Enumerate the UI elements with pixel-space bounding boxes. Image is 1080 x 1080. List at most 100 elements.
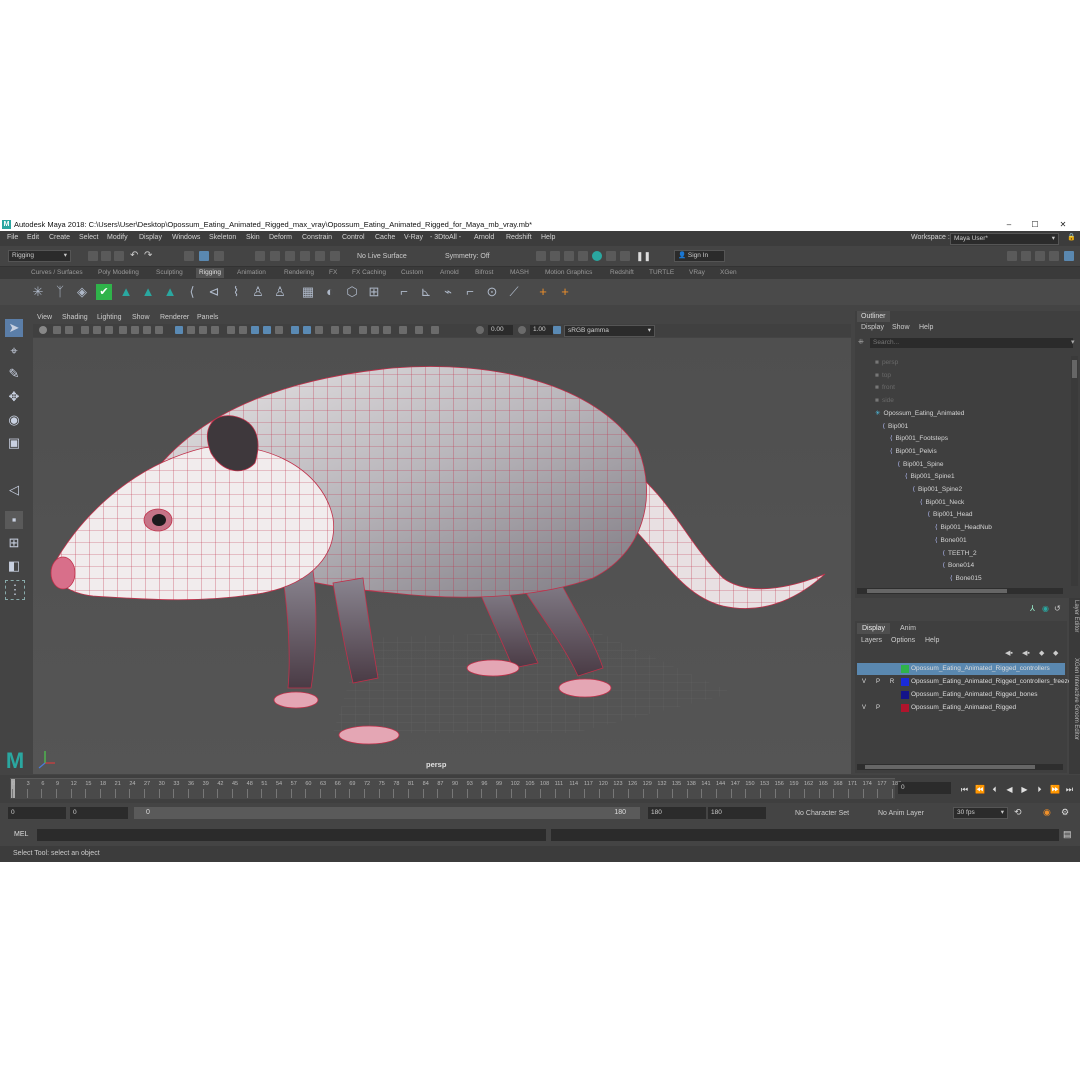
wrap-deformer-icon[interactable]: ▲ bbox=[118, 284, 134, 300]
select-camera-icon[interactable] bbox=[39, 326, 47, 334]
gamma-field[interactable]: 1.00 bbox=[530, 325, 553, 335]
outliner-layout-icon[interactable]: ⋮ bbox=[5, 580, 25, 600]
channel-box-icon[interactable] bbox=[1049, 251, 1059, 261]
go-to-end-icon[interactable]: ⏭ bbox=[1065, 785, 1074, 794]
layer-tool-icon[interactable]: ⅄ bbox=[1030, 604, 1035, 613]
outliner-vertical-scrollbar[interactable] bbox=[1071, 356, 1078, 586]
display-layer-row[interactable]: V P R Opossum_Eating_Animated_Rigged_contro… bbox=[857, 676, 1071, 688]
shelf-tab-fx[interactable]: FX bbox=[326, 268, 340, 278]
outliner-item[interactable]: ⟨ Bone014 bbox=[943, 560, 975, 572]
shelf-tab-redshift[interactable]: Redshift bbox=[607, 268, 637, 278]
shelf-tab-motion-graphics[interactable]: Motion Graphics bbox=[542, 268, 595, 278]
shelf-tab-animation[interactable]: Animation bbox=[234, 268, 269, 278]
ipr-render-icon[interactable] bbox=[550, 251, 560, 261]
scrollbar-thumb[interactable] bbox=[867, 589, 1007, 593]
panel-menu-view[interactable]: View bbox=[37, 314, 52, 321]
select-object-icon[interactable] bbox=[199, 251, 209, 261]
open-scene-icon[interactable] bbox=[101, 251, 111, 261]
side-by-side-layout-icon[interactable]: ◧ bbox=[5, 557, 23, 575]
shelf-tab-xgen[interactable]: XGen bbox=[717, 268, 740, 278]
menu-modify[interactable]: Modify bbox=[107, 234, 128, 241]
layer-horizontal-scrollbar[interactable] bbox=[857, 764, 1063, 770]
shelf-tab-sculpting[interactable]: Sculpting bbox=[153, 268, 186, 278]
outliner-item[interactable]: ■ front bbox=[875, 382, 895, 394]
hypershade-icon[interactable] bbox=[578, 251, 588, 261]
film-gate-icon[interactable] bbox=[131, 326, 139, 334]
side-tab-xgen-groom-editor[interactable]: XGen Interactive Groom Editor bbox=[1073, 658, 1079, 740]
command-language-label[interactable]: MEL bbox=[14, 831, 28, 838]
snap-vertex-icon[interactable] bbox=[330, 251, 340, 261]
layer-refresh-icon[interactable]: ↺ bbox=[1054, 604, 1061, 613]
locator-icon[interactable]: ✳ bbox=[30, 284, 46, 300]
depth-of-field-icon[interactable] bbox=[343, 326, 351, 334]
panel-menu-lighting[interactable]: Lighting bbox=[97, 314, 122, 321]
display-layer-row[interactable]: Opossum_Eating_Animated_Rigged_controlle… bbox=[857, 663, 1065, 675]
wireframe-icon[interactable] bbox=[227, 326, 235, 334]
copy-weights-icon[interactable]: ⊞ bbox=[366, 284, 382, 300]
outliner-item[interactable]: ⟨ Bip001_Spine2 bbox=[913, 484, 963, 496]
aim-constraint-icon[interactable]: ⊙ bbox=[484, 284, 500, 300]
shelf-tab-poly-modeling[interactable]: Poly Modeling bbox=[95, 268, 142, 278]
four-view-layout-icon[interactable]: ⊞ bbox=[5, 534, 23, 552]
use-all-lights-icon[interactable] bbox=[275, 326, 283, 334]
insert-joint-icon[interactable]: ⊲ bbox=[206, 284, 222, 300]
range-slider[interactable]: 0 180 bbox=[134, 807, 640, 819]
bookmarks-icon[interactable] bbox=[65, 326, 73, 334]
layer-visibility-toggle[interactable]: V bbox=[859, 702, 869, 714]
anti-aliasing-icon[interactable] bbox=[331, 326, 339, 334]
scene-end-field[interactable]: 180 bbox=[708, 807, 766, 819]
menu-help[interactable]: Help bbox=[541, 234, 555, 241]
snap-surface-icon[interactable] bbox=[315, 251, 325, 261]
undo-icon[interactable]: ↶ bbox=[130, 251, 140, 261]
outliner-item[interactable]: ⟨ Bip001 bbox=[883, 421, 909, 433]
panel-menu-renderer[interactable]: Renderer bbox=[160, 314, 189, 321]
display-layer-row[interactable]: V P Opossum_Eating_Animated_Rigged bbox=[857, 702, 1065, 714]
outliner-item[interactable]: ⟨ Bip001_Head bbox=[928, 509, 973, 521]
fps-dropdown[interactable]: 30 fps ▾ bbox=[953, 807, 1008, 819]
layer-tab-anim[interactable]: Anim bbox=[895, 623, 921, 634]
quick-rig-icon[interactable]: ♙ bbox=[272, 284, 288, 300]
menu-redshift[interactable]: Redshift bbox=[506, 234, 532, 241]
menu-vray[interactable]: V-Ray bbox=[404, 234, 423, 241]
wire-deformer-icon[interactable]: ▲ bbox=[140, 284, 156, 300]
textured-icon[interactable] bbox=[263, 326, 271, 334]
pause-icon[interactable]: ❚❚ bbox=[636, 251, 651, 261]
outliner-search-input[interactable]: Search... bbox=[870, 338, 1073, 348]
cluster-icon[interactable]: ᛉ bbox=[52, 284, 68, 300]
scrollbar-thumb[interactable] bbox=[865, 765, 1035, 769]
select-tool-icon[interactable]: ➤ bbox=[5, 319, 23, 337]
menu-windows[interactable]: Windows bbox=[172, 234, 200, 241]
play-backward-icon[interactable]: ◀ bbox=[1005, 785, 1014, 794]
symmetry-label[interactable]: Symmetry: Off bbox=[445, 253, 490, 260]
panel-menu-panels[interactable]: Panels bbox=[197, 314, 218, 321]
new-layer-selected-icon[interactable]: ◆ bbox=[1053, 649, 1058, 657]
snap-grid-icon[interactable] bbox=[255, 251, 265, 261]
menu-edit[interactable]: Edit bbox=[27, 234, 39, 241]
ik-handle-icon[interactable]: ⌇ bbox=[228, 284, 244, 300]
outliner-menu-help[interactable]: Help bbox=[919, 324, 933, 331]
image-plane-icon[interactable] bbox=[81, 326, 89, 334]
blend-shape-icon[interactable]: ◈ bbox=[74, 284, 90, 300]
sign-in-dropdown[interactable]: 👤 Sign In bbox=[674, 250, 725, 262]
outliner-item[interactable]: ⟨ Bip001_Spine1 bbox=[905, 471, 955, 483]
grease-pencil-icon[interactable] bbox=[105, 326, 113, 334]
go-to-start-icon[interactable]: ⏮ bbox=[960, 785, 969, 794]
time-slider[interactable]: 0 3 6 9 12 15 18 21 24 27 30 33 36 39 42 45 48 51 54 57 60 63… bbox=[0, 775, 1080, 803]
playback-end-field[interactable]: 180 bbox=[648, 807, 706, 819]
step-forward-frame-icon[interactable]: ⏵ bbox=[1035, 785, 1044, 794]
shelf-tab-vray[interactable]: VRay bbox=[686, 268, 708, 278]
field-chart-icon[interactable] bbox=[187, 326, 195, 334]
outliner-item[interactable]: ⟨ Bip001_Neck bbox=[920, 497, 964, 509]
xray-joints-icon[interactable] bbox=[383, 326, 391, 334]
outliner-item[interactable]: ⟨ Bone015 bbox=[950, 573, 982, 585]
redo-icon[interactable]: ↷ bbox=[144, 251, 154, 261]
layer-visibility-toggle[interactable]: V bbox=[859, 676, 869, 688]
shelf-tab-arnold[interactable]: Arnold bbox=[437, 268, 462, 278]
lattice-icon[interactable]: ✔ bbox=[96, 284, 112, 300]
character-set-label[interactable]: No Character Set bbox=[795, 810, 849, 817]
shelf-tab-turtle[interactable]: TURTLE bbox=[646, 268, 677, 278]
shelf-tab-curves-surfaces[interactable]: Curves / Surfaces bbox=[28, 268, 86, 278]
outliner-item[interactable]: ■ side bbox=[875, 395, 894, 407]
new-layer-icon[interactable]: ◆ bbox=[1039, 649, 1044, 657]
move-tool-icon[interactable]: ✥ bbox=[5, 388, 23, 406]
